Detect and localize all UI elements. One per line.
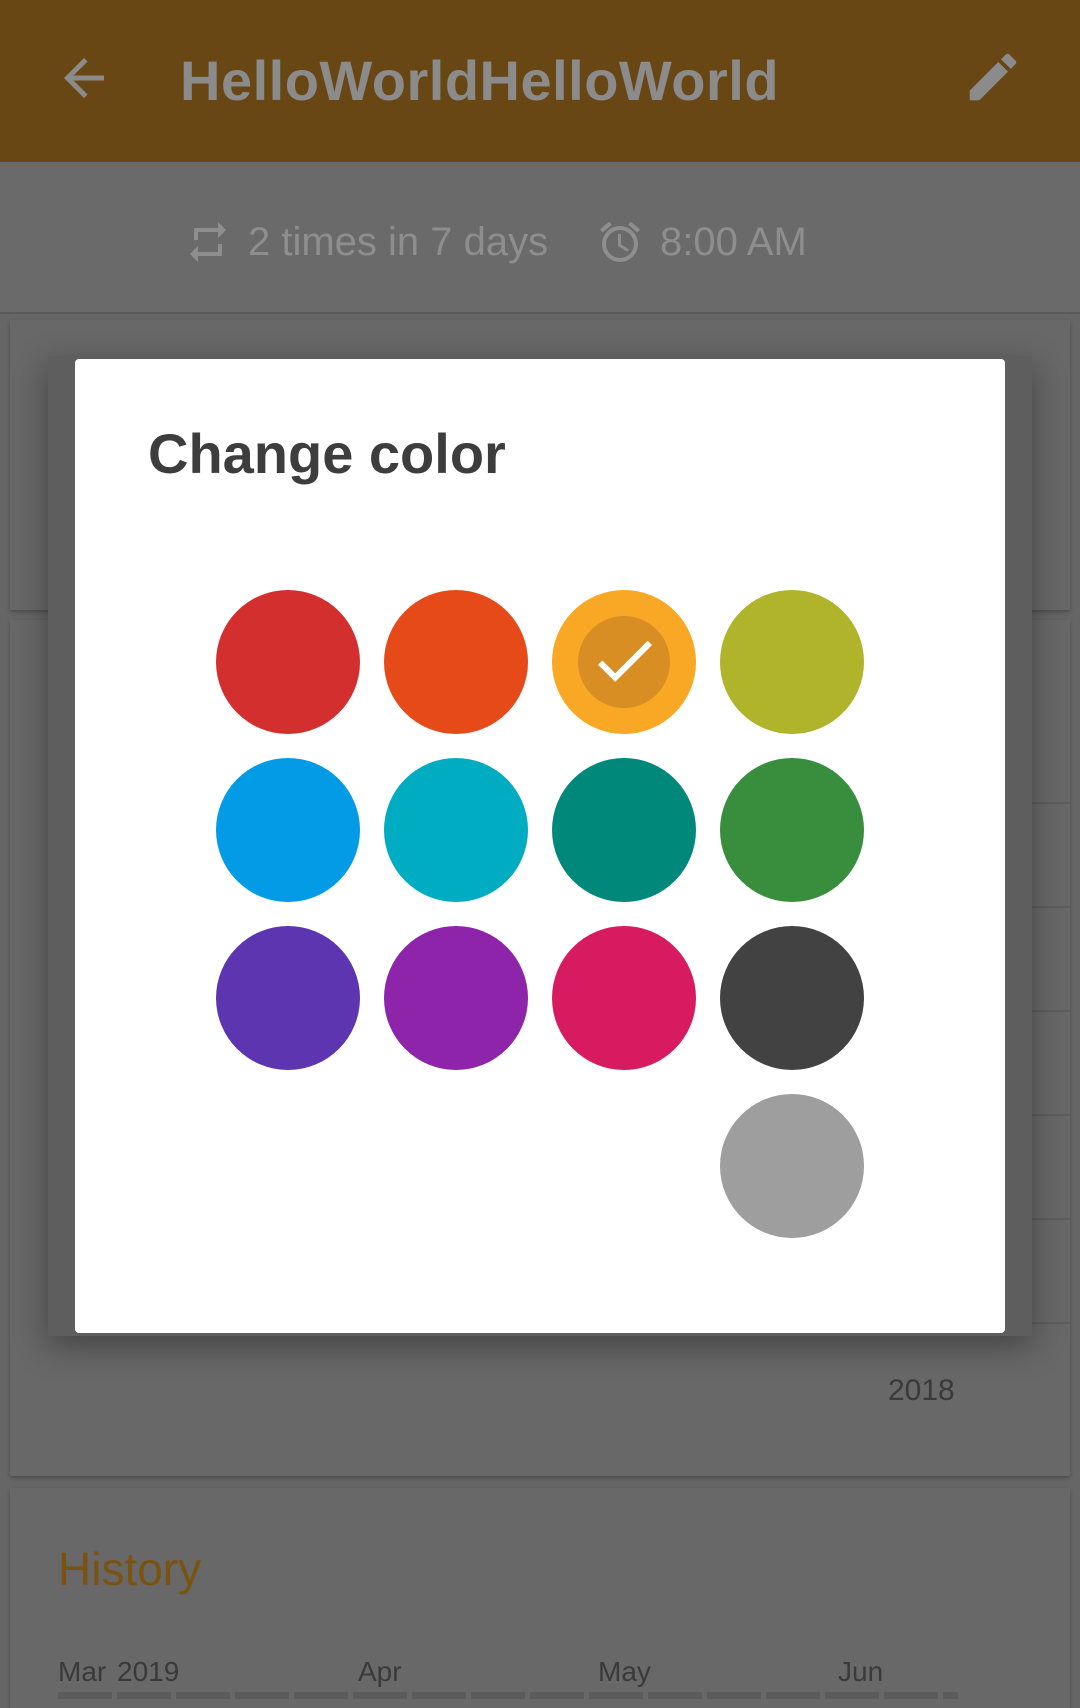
checkmark-icon — [598, 640, 652, 682]
color-swatch[interactable] — [216, 926, 360, 1070]
chart-year-label: 2018 — [888, 1374, 955, 1407]
color-swatch[interactable] — [552, 926, 696, 1070]
frequency-group: 2 times in 7 days — [184, 212, 548, 272]
color-swatch[interactable] — [552, 590, 696, 734]
history-month-label: Jun — [838, 1656, 884, 1687]
history-month-label: Apr — [358, 1656, 402, 1687]
history-grid — [58, 1692, 958, 1699]
color-swatch[interactable] — [720, 590, 864, 734]
habit-subheader: 2 times in 7 days 8:00 AM — [0, 162, 1080, 314]
history-title: History — [58, 1543, 202, 1595]
habit-title: HelloWorldHelloWorld — [180, 49, 780, 112]
color-swatch[interactable] — [216, 590, 360, 734]
color-swatch[interactable] — [720, 926, 864, 1070]
color-swatch[interactable] — [720, 1094, 864, 1238]
dialog-title: Change color — [148, 422, 506, 485]
history-month-label: May — [598, 1656, 651, 1687]
edit-pencil-icon[interactable] — [962, 46, 1024, 108]
history-month-label: Mar — [58, 1656, 107, 1687]
color-swatch[interactable] — [216, 758, 360, 902]
change-color-dialog: Change color — [75, 359, 1005, 1333]
color-swatch[interactable] — [384, 590, 528, 734]
color-swatch[interactable] — [384, 758, 528, 902]
repeat-icon — [190, 222, 226, 262]
reminder-group: 8:00 AM — [596, 212, 807, 272]
frequency-text: 2 times in 7 days — [248, 219, 549, 264]
color-swatch[interactable] — [552, 758, 696, 902]
color-swatch[interactable] — [384, 926, 528, 1070]
color-swatch[interactable] — [720, 758, 864, 902]
app-bar: HelloWorldHelloWorld — [0, 0, 1080, 162]
alarm-clock-icon — [600, 221, 640, 262]
reminder-time-text: 8:00 AM — [660, 219, 807, 264]
back-arrow-icon[interactable] — [54, 48, 114, 108]
history-year-label: 2019 — [117, 1656, 180, 1687]
